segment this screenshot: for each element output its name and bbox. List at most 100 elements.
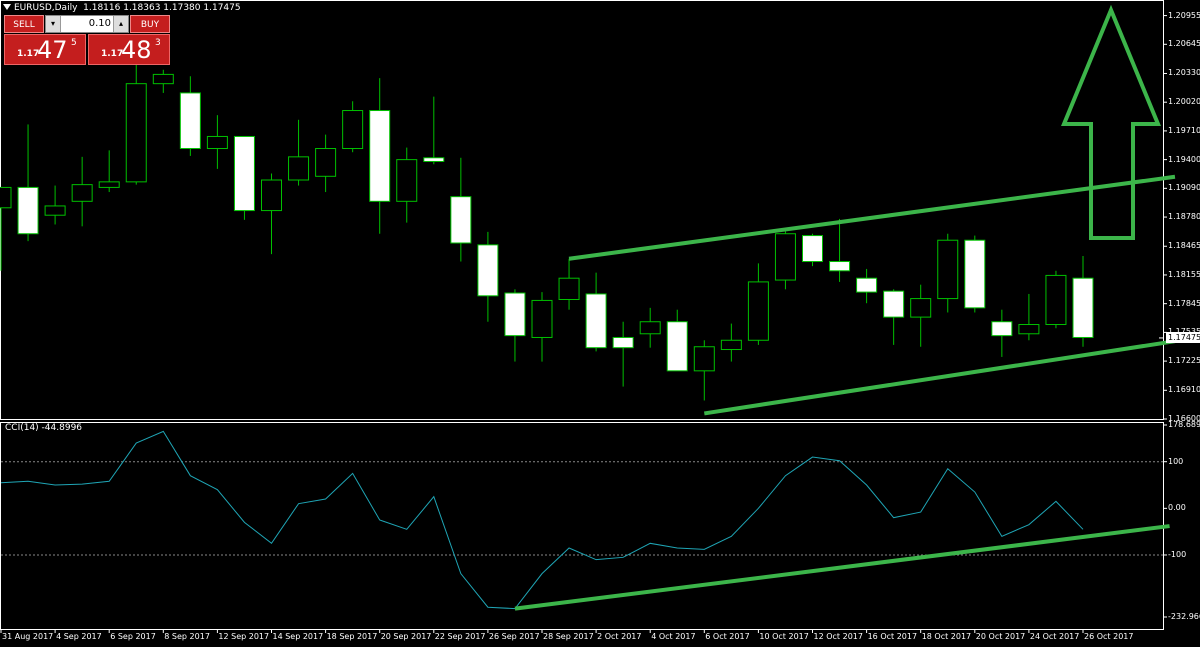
date-axis-label: 6 Sep 2017 <box>110 632 156 641</box>
candle <box>1018 293 1040 341</box>
candle <box>964 235 986 313</box>
candle <box>17 124 39 242</box>
bear-candle-body <box>450 196 472 244</box>
candle <box>44 185 66 225</box>
bear-candle-body <box>612 336 634 349</box>
cci-series <box>0 430 1170 611</box>
bull-candle-body <box>152 73 174 85</box>
bull-candle-body <box>98 181 120 188</box>
date-axis-label: 26 Sep 2017 <box>488 632 540 641</box>
price-axis-label: 1.17845 <box>1168 298 1200 308</box>
candle <box>1072 255 1094 347</box>
sell-button[interactable]: SELL <box>4 15 44 33</box>
bull-candle-body <box>315 148 337 177</box>
candle <box>937 233 959 313</box>
date-axis-label: 4 Oct 2017 <box>651 632 696 641</box>
menu-arrow-icon[interactable] <box>3 4 11 12</box>
sell-price-fraction: 5 <box>71 38 77 48</box>
candle <box>720 323 742 362</box>
bull-candle-body <box>71 184 93 202</box>
bear-candle-body <box>1072 277 1094 338</box>
date-axis-label: 8 Sep 2017 <box>164 632 210 641</box>
candle <box>531 292 553 362</box>
price-axis-label: 1.17225 <box>1168 356 1200 366</box>
candle <box>125 64 147 185</box>
candle <box>179 76 201 156</box>
candle <box>315 134 337 193</box>
lot-size-stepper[interactable]: ▾ 0.10 ▴ <box>45 15 129 33</box>
bear-candle-body <box>423 157 445 162</box>
candle <box>233 135 255 220</box>
price-axis-label: 1.20020 <box>1168 97 1200 107</box>
chart-canvas <box>0 0 1176 633</box>
price-axis-label: 1.18780 <box>1168 212 1200 222</box>
bull-candle-body <box>288 156 310 181</box>
candle <box>829 218 851 282</box>
date-axis-label: 14 Sep 2017 <box>272 632 324 641</box>
bull-candle-body <box>125 83 147 183</box>
bull-candle-body <box>747 281 769 341</box>
bull-candle-body <box>206 135 228 150</box>
candle <box>152 69 174 93</box>
candle <box>0 186 12 271</box>
cci-axis-label: 178.6897 <box>1168 420 1200 429</box>
price-axis-label: 1.20955 <box>1168 10 1200 20</box>
date-axis-label: 16 Oct 2017 <box>867 632 918 641</box>
bull-candle-body <box>558 277 580 301</box>
chevron-up-icon[interactable]: ▴ <box>113 16 128 32</box>
price-axis-label: 1.18155 <box>1168 269 1200 279</box>
date-axis-label: 6 Oct 2017 <box>705 632 750 641</box>
price-axis-label: 1.19400 <box>1168 154 1200 164</box>
bull-candle-body <box>910 298 932 318</box>
candle <box>883 289 905 345</box>
price-axis-label: 1.19090 <box>1168 183 1200 193</box>
bear-candle-body <box>829 261 851 272</box>
candle <box>910 284 932 347</box>
date-axis-label: 2 Oct 2017 <box>597 632 642 641</box>
buy-button[interactable]: BUY <box>130 15 170 33</box>
bear-candle-body <box>802 235 823 263</box>
candle <box>71 156 93 227</box>
bear-candle-body <box>666 321 688 372</box>
one-click-trading-panel: SELL ▾ 0.10 ▴ BUY 1.17 47 5 1.17 48 3 <box>4 15 170 65</box>
buy-price-fraction: 3 <box>155 38 161 48</box>
price-axis-label: 1.18465 <box>1168 241 1200 251</box>
ohlc-values: 1.18116 1.18363 1.17380 1.17475 <box>83 3 241 13</box>
buy-price-button[interactable]: 1.17 48 3 <box>88 34 170 65</box>
cci-trend-line <box>514 524 1170 611</box>
date-axis-label: 18 Sep 2017 <box>326 632 378 641</box>
candle <box>477 231 499 322</box>
bear-candle-body <box>883 290 905 318</box>
bull-candle-body <box>720 339 742 351</box>
bear-candle-body <box>504 292 526 337</box>
candle <box>1045 270 1067 329</box>
candle <box>558 258 580 310</box>
candle <box>639 307 661 348</box>
bull-candle-body <box>342 110 364 150</box>
candle <box>747 263 769 345</box>
bull-candle-body <box>639 321 661 335</box>
candle <box>206 115 228 169</box>
bull-candle-body <box>693 346 715 372</box>
candle <box>423 96 445 165</box>
chart-frame <box>0 0 1167 633</box>
bear-candle-body <box>964 239 986 309</box>
candle <box>396 147 418 223</box>
up-arrow-icon <box>1061 4 1161 240</box>
channel-lower-line <box>703 339 1176 416</box>
candle <box>612 321 634 387</box>
sell-price-button[interactable]: 1.17 47 5 <box>4 34 86 65</box>
cci-axis-label: 0.00 <box>1168 503 1186 513</box>
candle <box>856 268 878 304</box>
date-axis-label: 12 Sep 2017 <box>218 632 270 641</box>
date-axis-label: 24 Oct 2017 <box>1029 632 1080 641</box>
candle <box>450 157 472 262</box>
lot-size-input[interactable]: 0.10 <box>60 16 114 32</box>
channel-upper-line <box>568 174 1176 261</box>
sell-price-prefix: 1.17 <box>17 49 40 59</box>
bear-candle-body <box>585 293 607 349</box>
price-axis-label: 1.20645 <box>1168 39 1200 49</box>
bull-candle-body <box>261 179 282 212</box>
bear-candle-body <box>17 186 39 235</box>
chevron-down-icon[interactable]: ▾ <box>46 16 61 32</box>
